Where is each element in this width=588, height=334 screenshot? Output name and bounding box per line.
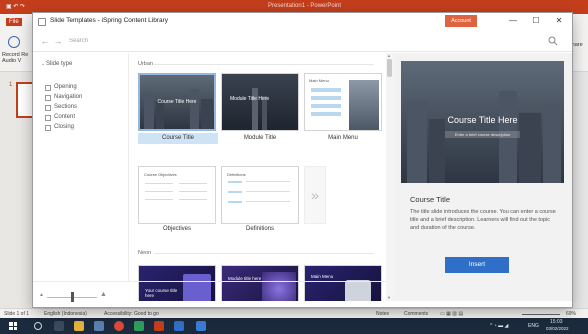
tile-overlay-text: Main Menu — [311, 274, 334, 279]
record-audio-label[interactable]: Record Re Audio V — [2, 52, 32, 64]
tray-language[interactable]: ENG — [528, 323, 539, 329]
section-divider — [154, 253, 374, 254]
tile-overlay-text: Module Title Here — [230, 96, 270, 102]
excel-icon[interactable] — [134, 321, 144, 331]
preview-heading: Course Title — [410, 195, 451, 204]
checkbox[interactable] — [45, 125, 51, 131]
app-window-icon — [38, 18, 46, 26]
scroll-down-icon[interactable]: ▼ — [387, 295, 391, 300]
windows-taskbar: ^ ◔ ▬ ◢ ENG 15:03 03/02/2022 — [0, 318, 588, 334]
tile-overlay-text: Course Objectives — [144, 172, 177, 177]
preview-description: The title slide introduces the course. Y… — [410, 209, 556, 231]
template-main-menu[interactable]: Main Menu — [304, 73, 382, 131]
search-icon[interactable] — [548, 36, 558, 46]
status-accessibility[interactable]: Accessibility: Good to go — [104, 311, 159, 317]
status-language[interactable]: English (Indonesia) — [44, 311, 87, 317]
save-icon[interactable]: ▣ ↶ ↷ — [6, 3, 25, 10]
windows-start-icon[interactable] — [9, 322, 17, 330]
insert-button[interactable]: Insert — [445, 257, 509, 273]
status-zoom-slider[interactable] — [522, 314, 560, 315]
template-gallery: Urban Course Title Here Course Title Mod… — [130, 53, 386, 301]
template-course-title[interactable]: Course Title Here — [138, 73, 216, 131]
tile-caption[interactable]: Main Menu — [303, 135, 383, 141]
search-input[interactable] — [65, 33, 563, 49]
record-icon[interactable] — [8, 36, 20, 48]
city-thumbnail: Module Title Here — [222, 74, 298, 130]
tray-date[interactable]: 03/02/2022 — [546, 326, 569, 331]
tile-caption[interactable]: Course Title — [138, 133, 218, 144]
tile-caption[interactable]: Objectives — [137, 226, 217, 232]
comments-button[interactable]: Comments — [404, 311, 428, 317]
tile-overlay-text: Course Title Here — [157, 99, 197, 105]
slide-type-filter-heading[interactable]: ⌄Slide type — [41, 61, 72, 67]
zoom-out-icon[interactable]: ▲ — [39, 292, 44, 298]
ppt-doc-title: Presentation1 - PowerPoint — [268, 3, 342, 9]
building-image — [349, 80, 379, 130]
template-objectives[interactable]: Course Objectives — [138, 166, 216, 224]
checkbox[interactable] — [45, 115, 51, 121]
city-thumbnail: Course Title Here — [140, 75, 214, 129]
section-divider — [154, 64, 374, 65]
dialog-title: Slide Templates - iSpring Content Librar… — [50, 17, 169, 24]
notes-button[interactable]: Notes — [376, 311, 389, 317]
maximize-button[interactable]: ☐ — [527, 15, 545, 27]
ppt-title-bar: ▣ ↶ ↷ Presentation1 - PowerPoint — [0, 0, 588, 14]
zoom-in-icon[interactable]: ▲ — [100, 291, 107, 298]
show-more-arrow-icon[interactable]: » — [304, 166, 326, 224]
status-bar: Slide 1 of 1 English (Indonesia) Accessi… — [0, 308, 588, 318]
search-box — [65, 33, 563, 49]
ispring-icon[interactable] — [196, 321, 206, 331]
preview-overlay-title: Course Title Here — [447, 115, 518, 125]
tile-overlay-text: Definitions — [227, 172, 246, 177]
checkbox[interactable] — [45, 85, 51, 91]
tile-caption[interactable]: Module Title — [220, 135, 300, 141]
checkbox[interactable] — [45, 95, 51, 101]
tile-caption[interactable]: Definitions — [220, 226, 300, 232]
mail-icon[interactable] — [94, 321, 104, 331]
section-label-urban: Urban — [138, 61, 153, 67]
section-label-neon: Neon — [138, 250, 152, 256]
tile-overlay-text: Main Menu — [309, 78, 329, 83]
powerpoint-icon[interactable] — [154, 321, 164, 331]
dialog-title-bar: Slide Templates - iSpring Content Librar… — [33, 13, 572, 30]
taskbar-search-icon[interactable] — [34, 322, 42, 330]
tray-icons[interactable]: ^ ◔ ▬ ◢ — [490, 323, 508, 329]
template-module-title[interactable]: Module Title Here — [221, 73, 299, 131]
back-arrow-icon[interactable]: ← — [39, 34, 51, 48]
task-view-icon[interactable] — [54, 321, 64, 331]
view-buttons-icon[interactable]: ▭ ▦ ▥ ▤ — [440, 311, 463, 317]
status-slide-count: Slide 1 of 1 — [4, 311, 30, 317]
checkbox[interactable] — [45, 105, 51, 111]
scrollbar-thumb[interactable] — [387, 59, 392, 77]
preview-overlay-subtitle: Enter a brief course description — [445, 131, 520, 138]
navigation-bar: ← → — [33, 30, 572, 52]
minimize-button[interactable]: — — [504, 15, 522, 27]
tray-time[interactable]: 15:03 — [550, 319, 563, 325]
zoom-slider-knob[interactable] — [71, 292, 74, 302]
file-explorer-icon[interactable] — [74, 321, 84, 331]
gallery-zoom-bar: ▲ ▲ — [33, 281, 386, 307]
account-button[interactable]: Account — [445, 15, 477, 27]
gallery-scrollbar[interactable]: ▲ ▼ — [386, 53, 393, 301]
template-definitions[interactable]: Definitions — [221, 166, 299, 224]
file-tab[interactable]: File — [6, 18, 22, 26]
forward-arrow-icon[interactable]: → — [52, 34, 64, 48]
chrome-icon[interactable] — [114, 321, 124, 331]
status-zoom-level[interactable]: 69% — [566, 311, 576, 317]
filter-panel: ⌄Slide type Opening Navigation Sections … — [33, 53, 129, 281]
word-icon[interactable] — [174, 321, 184, 331]
slide-templates-dialog: Slide Templates - iSpring Content Librar… — [33, 13, 572, 307]
close-button[interactable]: ✕ — [550, 15, 568, 27]
slide-number: 1 — [9, 82, 13, 88]
preview-image: Course Title Here Enter a brief course d… — [401, 61, 564, 183]
preview-panel: Course Title Here Enter a brief course d… — [393, 53, 572, 301]
scroll-up-icon[interactable]: ▲ — [387, 53, 391, 58]
